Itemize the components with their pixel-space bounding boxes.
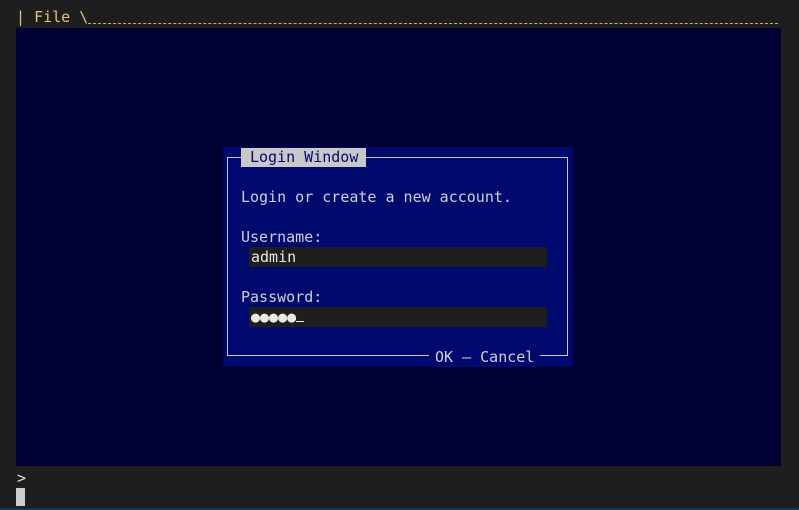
command-prompt: > [17,469,27,487]
prompt-cursor[interactable] [16,488,25,506]
username-value: admin [251,248,297,266]
terminal-window: | File \ Login Window Login or create a … [0,0,799,510]
ok-button[interactable]: OK [435,348,453,366]
username-input[interactable]: admin [249,247,547,267]
password-mask: ●●●●● [251,308,297,326]
menu-file[interactable]: File [34,8,70,26]
dialog-title: Login Window [241,148,367,167]
cancel-button[interactable]: Cancel [480,348,534,366]
text-cursor [296,307,305,322]
password-input[interactable]: ●●●●● [249,307,547,327]
username-label: Username: [241,228,323,246]
menu-bar-underline [88,13,779,24]
menu-bar: | File \ [16,7,781,27]
menu-bar-edge: | [16,8,26,26]
dialog-buttons: OK — Cancel [429,347,541,367]
menu-tab-separator: \ [79,8,89,26]
password-label: Password: [241,288,323,306]
dialog-message: Login or create a new account. [241,188,512,206]
button-separator: — [462,348,472,366]
